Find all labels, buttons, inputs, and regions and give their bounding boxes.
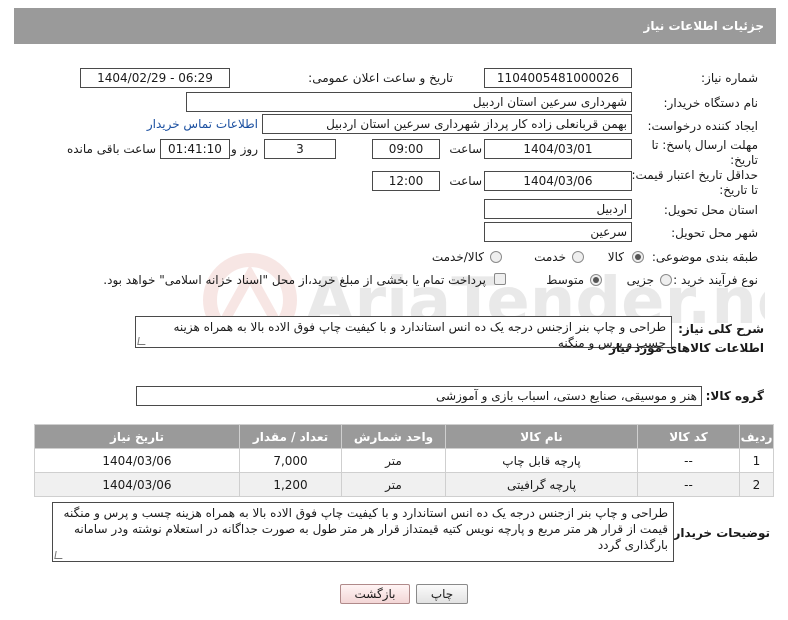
category-option-goods: کالا (607, 250, 624, 264)
delivery-province-field[interactable]: اردبیل (484, 199, 632, 219)
buyer-notes-text: طراحی و چاپ بنر ازجنس درجه یک ده انس است… (63, 506, 668, 552)
price-validity-date-field[interactable]: 1404/03/06 (484, 171, 632, 191)
buyer-notes-textarea[interactable]: طراحی و چاپ بنر ازجنس درجه یک ده انس است… (52, 502, 674, 562)
category-radio-service[interactable] (572, 251, 584, 263)
cell-qty: 7,000 (239, 448, 342, 473)
cell-unit: متر (341, 448, 446, 473)
category-label: طبقه بندی موضوعی: (651, 250, 758, 264)
announce-datetime-label: تاریخ و ساعت اعلان عمومی: (308, 71, 453, 85)
cell-code: -- (637, 448, 740, 473)
resize-grip-icon[interactable] (54, 551, 64, 559)
general-desc-textarea[interactable]: طراحی و چاپ بنر ازجنس درجه یک ده انس است… (135, 316, 672, 350)
col-date: تاریخ نیاز (34, 424, 240, 449)
announce-datetime-field[interactable]: 1404/02/29 - 06:29 (80, 68, 230, 88)
purchase-type-label: نوع فرآیند خرید : (673, 273, 758, 287)
table-row[interactable]: 1 -- پارچه قابل چاپ متر 7,000 1404/03/06 (34, 448, 774, 473)
goods-group-field[interactable]: هنر و موسیقی، صنایع دستی، اسباب بازی و آ… (136, 386, 702, 406)
col-qty: تعداد / مقدار (239, 424, 342, 449)
cell-name: پارچه قابل چاپ (445, 448, 638, 473)
requester-label: ایجاد کننده درخواست: (647, 119, 758, 133)
goods-section-title: اطلاعات کالاهای مورد نیاز (609, 341, 764, 355)
purchase-option-medium: متوسط (546, 273, 584, 287)
goods-table: ردیف کد کالا نام کالا واحد شمارش تعداد /… (34, 424, 774, 497)
cell-unit: متر (341, 472, 446, 497)
cell-qty: 1,200 (239, 472, 342, 497)
need-number-field[interactable]: 1104005481000026 (484, 68, 632, 88)
category-radio-goods-service[interactable] (490, 251, 502, 263)
general-desc-text: طراحی و چاپ بنر ازجنس درجه یک ده انس است… (173, 320, 666, 350)
cell-row: 2 (739, 472, 774, 497)
requester-field[interactable]: بهمن قربانعلی زاده کار پرداز شهرداری سرع… (262, 114, 632, 134)
reply-deadline-time-field[interactable]: 09:00 (372, 139, 440, 159)
buyer-org-field[interactable]: شهرداری سرعین استان اردبیل (186, 92, 632, 112)
print-button[interactable]: چاپ (416, 584, 468, 604)
col-code: کد کالا (637, 424, 740, 449)
remaining-time-label: ساعت باقی مانده (66, 142, 156, 156)
buyer-notes-label: توضیحات خریدار: (668, 526, 770, 540)
buyer-contact-link[interactable]: اطلاعات تماس خریدار (147, 117, 258, 131)
reply-days-field[interactable]: 3 (264, 139, 336, 159)
table-row[interactable]: 2 -- پارچه گرافیتی متر 1,200 1404/03/06 (34, 472, 774, 497)
reply-days-label: روز و (231, 142, 258, 156)
general-desc-label: شرح کلی نیاز: (678, 322, 764, 336)
delivery-province-label: استان محل تحویل: (663, 203, 758, 217)
need-number-label: شماره نیاز: (701, 71, 758, 85)
price-validity-time-field[interactable]: 12:00 (372, 171, 440, 191)
back-button[interactable]: بازگشت (340, 584, 410, 604)
buyer-org-label: نام دستگاه خریدار: (663, 96, 759, 110)
treasury-payment-checkbox[interactable] (494, 273, 506, 285)
reply-deadline-date-field[interactable]: 1404/03/01 (484, 139, 632, 159)
price-validity-time-label: ساعت (449, 174, 482, 188)
purchase-option-minor: جزیی (626, 273, 654, 287)
resize-grip-icon[interactable] (137, 337, 147, 345)
reply-deadline-time-label: ساعت (449, 142, 482, 156)
col-unit: واحد شمارش (341, 424, 446, 449)
purchase-radio-medium[interactable] (590, 274, 602, 286)
cell-code: -- (637, 472, 740, 497)
reply-deadline-label: مهلت ارسال پاسخ: تا تاریخ: (651, 138, 758, 167)
page-title: جزئیات اطلاعات نیاز (14, 8, 776, 44)
cell-date: 1404/03/06 (34, 448, 240, 473)
delivery-city-label: شهر محل تحویل: (671, 226, 758, 240)
purchase-radio-minor[interactable] (660, 274, 672, 286)
cell-date: 1404/03/06 (34, 472, 240, 497)
remaining-time-field[interactable]: 01:41:10 (160, 139, 230, 159)
col-name: نام کالا (445, 424, 638, 449)
price-validity-label: حداقل تاریخ اعتبار قیمت: تا تاریخ: (631, 168, 758, 197)
goods-group-label: گروه کالا: (705, 389, 764, 403)
cell-row: 1 (739, 448, 774, 473)
delivery-city-field[interactable]: سرعین (484, 222, 632, 242)
category-radio-goods[interactable] (632, 251, 644, 263)
category-option-service: خدمت (534, 250, 566, 264)
col-row: ردیف (739, 424, 774, 449)
goods-table-header: ردیف کد کالا نام کالا واحد شمارش تعداد /… (34, 424, 774, 449)
category-option-goods-service: کالا/خدمت (431, 250, 484, 264)
treasury-payment-note: پرداخت تمام یا بخشی از مبلغ خرید،از محل … (103, 273, 486, 287)
cell-name: پارچه گرافیتی (445, 472, 638, 497)
